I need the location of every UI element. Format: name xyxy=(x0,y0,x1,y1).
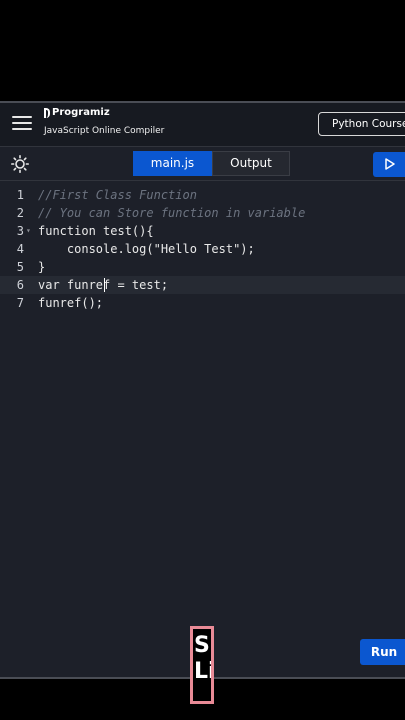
code-text: funref(); xyxy=(38,296,104,310)
menu-icon[interactable] xyxy=(12,115,32,131)
code-text: console.log("Hello Test"); xyxy=(38,242,255,256)
sun-icon[interactable] xyxy=(11,155,29,173)
run-button[interactable]: Run xyxy=(360,639,405,665)
brand-logo: Programiz xyxy=(44,107,164,118)
code-line: 4 console.log("Hello Test"); xyxy=(0,240,405,258)
code-text: // You can Store function in variable xyxy=(38,206,306,220)
code-text: function test(){ xyxy=(38,224,154,238)
fold-arrow-icon[interactable]: ▾ xyxy=(26,222,31,240)
python-course-button[interactable]: Python Course xyxy=(318,112,405,136)
code-text: //First Class Function xyxy=(38,188,197,202)
brand[interactable]: Programiz JavaScript Online Compiler xyxy=(44,107,164,136)
line-number: 6 xyxy=(16,278,24,292)
compiler-app: Programiz JavaScript Online Compiler Pyt… xyxy=(0,101,405,679)
code-editor[interactable]: 1 //First Class Function 2 // You can St… xyxy=(0,182,405,677)
video-caption: Su Li xyxy=(190,626,214,704)
tab-output[interactable]: Output xyxy=(212,151,290,176)
code-line: 7 funref(); xyxy=(0,294,405,312)
code-line: 2 // You can Store function in variable xyxy=(0,204,405,222)
code-line: 3 ▾ function test(){ xyxy=(0,222,405,240)
line-number: 7 xyxy=(16,296,24,310)
play-icon xyxy=(385,158,395,170)
tab-main-js[interactable]: main.js xyxy=(133,151,212,176)
brand-name: Programiz xyxy=(52,107,110,118)
code-text: } xyxy=(38,260,46,274)
caption-line-1: Su xyxy=(194,633,211,658)
top-letterbox xyxy=(0,0,405,101)
editor-toolbar: main.js Output xyxy=(0,147,405,181)
header-bar: Programiz JavaScript Online Compiler Pyt… xyxy=(0,103,405,147)
page-title: JavaScript Online Compiler xyxy=(44,126,165,136)
caption-line-2: Li xyxy=(194,659,214,684)
line-number: 2 xyxy=(16,206,24,220)
text-cursor xyxy=(104,278,105,292)
file-tabs: main.js Output xyxy=(133,151,290,177)
run-play-button[interactable] xyxy=(373,152,405,177)
line-number: 1 xyxy=(16,188,24,202)
line-number: 5 xyxy=(16,260,24,274)
programiz-logo-icon xyxy=(44,107,50,118)
code-line: 5 } xyxy=(0,258,405,276)
code-line: 1 //First Class Function xyxy=(0,186,405,204)
line-number: 3 xyxy=(16,224,24,238)
code-line-active: 6 var funref = test; xyxy=(0,276,405,294)
line-number: 4 xyxy=(16,242,24,256)
